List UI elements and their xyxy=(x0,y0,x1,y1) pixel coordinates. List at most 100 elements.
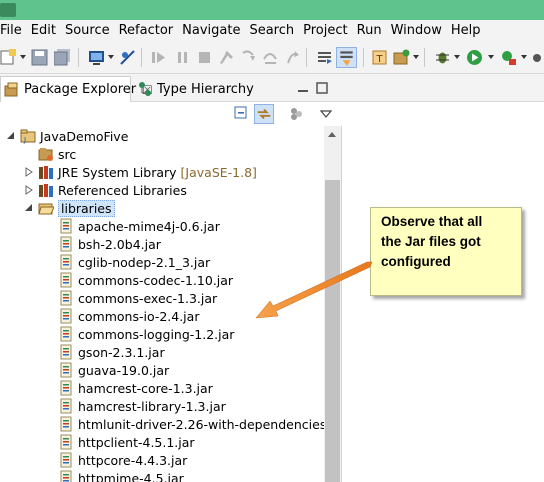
debug-dropdown-arrow[interactable] xyxy=(454,55,460,59)
main-toolbar: T xyxy=(0,41,544,74)
package-explorer-icon xyxy=(4,82,18,96)
maximize-icon[interactable] xyxy=(316,82,328,94)
use-step-filters-icon[interactable] xyxy=(336,47,357,68)
step-return-icon[interactable] xyxy=(284,49,301,66)
tree-item-src[interactable]: src xyxy=(38,145,76,163)
external-tools-icon[interactable] xyxy=(500,49,517,66)
expanded-icon[interactable] xyxy=(24,203,34,213)
terminal-dropdown-arrow[interactable] xyxy=(108,55,114,59)
tree-item-libraries-folder[interactable]: libraries xyxy=(24,199,115,217)
step-over-icon[interactable] xyxy=(262,49,279,66)
tree-item-project[interactable]: J JavaDemoFive xyxy=(6,127,128,145)
tree-item-jar[interactable]: apache-mime4j-0.6.jar xyxy=(58,217,220,235)
tab-package-explorer[interactable]: Package Explorer ☒ xyxy=(0,76,153,102)
menu-window[interactable]: Window xyxy=(391,20,451,41)
suspend-icon[interactable] xyxy=(174,49,191,66)
tree-item-jar[interactable]: commons-exec-1.3.jar xyxy=(58,289,217,307)
jar-file-icon xyxy=(60,344,72,360)
library-icon xyxy=(39,166,53,179)
annotation-line: configured xyxy=(381,254,451,269)
terminal-icon[interactable] xyxy=(88,49,105,66)
external-tools-dropdown-arrow[interactable] xyxy=(521,55,527,59)
tree-item-label: bsh-2.0b4.jar xyxy=(78,236,161,252)
minimize-icon[interactable] xyxy=(297,82,309,94)
tree-item-label: htmlunit-driver-2.26-with-dependencies.j… xyxy=(78,416,324,432)
step-into-icon[interactable] xyxy=(240,49,257,66)
menu-refactor[interactable]: Refactor xyxy=(119,20,183,41)
toolbar-separator xyxy=(363,48,364,67)
annotation-callout: Observe that all the Jar files got confi… xyxy=(370,207,522,296)
filters-icon[interactable] xyxy=(288,106,304,122)
collapsed-icon[interactable] xyxy=(24,185,34,195)
menu-source[interactable]: Source xyxy=(65,20,119,41)
tree-item-jre-system-library[interactable]: JRE System Library [JavaSE-1.8] xyxy=(24,163,257,181)
window-title-bar xyxy=(0,0,544,20)
tree-item-jar[interactable]: hamcrest-core-1.3.jar xyxy=(58,379,213,397)
annotation-line: Observe that all xyxy=(381,214,483,229)
menu-run[interactable]: Run xyxy=(357,20,391,41)
overflow-icon[interactable] xyxy=(531,49,544,66)
tree-item-jar[interactable]: bsh-2.0b4.jar xyxy=(58,235,161,253)
tree-item-referenced-libraries[interactable]: Referenced Libraries xyxy=(24,181,187,199)
menu-file[interactable]: File xyxy=(0,20,31,41)
jar-file-icon xyxy=(60,416,72,432)
disconnect-icon[interactable] xyxy=(218,49,235,66)
tree-item-label: libraries xyxy=(58,199,115,217)
tree-item-jar[interactable]: commons-codec-1.10.jar xyxy=(58,271,233,289)
library-icon xyxy=(39,184,53,197)
tree-item-jar[interactable]: httpcore-4.4.3.jar xyxy=(58,451,187,469)
link-with-editor-icon[interactable] xyxy=(254,104,274,124)
save-icon[interactable] xyxy=(31,49,48,66)
tree-item-jar[interactable]: httpmime-4.5.jar xyxy=(58,469,184,482)
tree-item-label: hamcrest-library-1.3.jar xyxy=(78,398,226,414)
debug-icon[interactable] xyxy=(434,49,451,66)
scrollbar-thumb[interactable] xyxy=(325,180,340,482)
tree-item-label: guava-19.0.jar xyxy=(78,362,170,378)
collapse-all-icon[interactable] xyxy=(234,106,250,122)
new-icon[interactable] xyxy=(0,49,17,66)
open-type-icon[interactable]: T xyxy=(371,49,388,66)
editor-tab-strip xyxy=(342,74,544,102)
resume-icon[interactable] xyxy=(150,49,167,66)
skip-breakpoints-icon[interactable] xyxy=(119,49,136,66)
tree-item-jar[interactable]: commons-io-2.4.jar xyxy=(58,307,199,325)
tab-type-hierarchy[interactable]: Type Hierarchy xyxy=(133,76,254,102)
drop-to-frame-icon[interactable] xyxy=(316,49,333,66)
save-all-icon[interactable] xyxy=(54,49,71,66)
tree-scrollbar[interactable] xyxy=(324,126,341,482)
run-icon[interactable] xyxy=(466,49,483,66)
menu-search[interactable]: Search xyxy=(249,20,303,41)
expanded-icon[interactable] xyxy=(6,131,16,141)
new-java-package-icon[interactable] xyxy=(393,49,410,66)
tree-item-label: JavaDemoFive xyxy=(40,128,129,144)
new-dropdown-arrow-2[interactable] xyxy=(413,55,419,59)
tree-item-jar[interactable]: guava-19.0.jar xyxy=(58,361,169,379)
jar-file-icon xyxy=(60,308,72,324)
tree-item-jar[interactable]: hamcrest-library-1.3.jar xyxy=(58,397,226,415)
tree-item-jar[interactable]: htmlunit-driver-2.26-with-dependencies.j… xyxy=(58,415,324,433)
collapsed-icon[interactable] xyxy=(24,167,34,177)
menu-navigate[interactable]: Navigate xyxy=(182,20,249,41)
jar-file-icon xyxy=(60,236,72,252)
tree-item-jar[interactable]: commons-logging-1.2.jar xyxy=(58,325,234,343)
tree-item-jar[interactable]: httpclient-4.5.1.jar xyxy=(58,433,195,451)
tree-item-label: commons-exec-1.3.jar xyxy=(78,290,218,306)
jar-file-icon xyxy=(60,326,72,342)
tree-item-jar[interactable]: gson-2.3.1.jar xyxy=(58,343,165,361)
menu-help[interactable]: Help xyxy=(451,20,490,41)
tree-item-label: src xyxy=(58,146,77,162)
menu-edit[interactable]: Edit xyxy=(31,20,65,41)
view-menu-icon[interactable] xyxy=(318,106,334,122)
app-icon xyxy=(0,3,16,17)
run-dropdown-arrow[interactable] xyxy=(488,55,494,59)
view-tab-row: Package Explorer ☒ Type Hierarchy xyxy=(0,74,342,102)
new-dropdown-arrow[interactable] xyxy=(20,55,26,59)
tree-item-label: httpcore-4.4.3.jar xyxy=(78,452,188,468)
menu-project[interactable]: Project xyxy=(303,20,356,41)
terminate-icon[interactable] xyxy=(196,49,213,66)
tree-item-label: cglib-nodep-2.1_3.jar xyxy=(78,254,211,270)
jar-file-icon xyxy=(60,398,72,414)
java-project-icon: J xyxy=(20,129,36,144)
scroll-up-arrow-icon[interactable] xyxy=(328,132,336,137)
tree-item-jar[interactable]: cglib-nodep-2.1_3.jar xyxy=(58,253,210,271)
